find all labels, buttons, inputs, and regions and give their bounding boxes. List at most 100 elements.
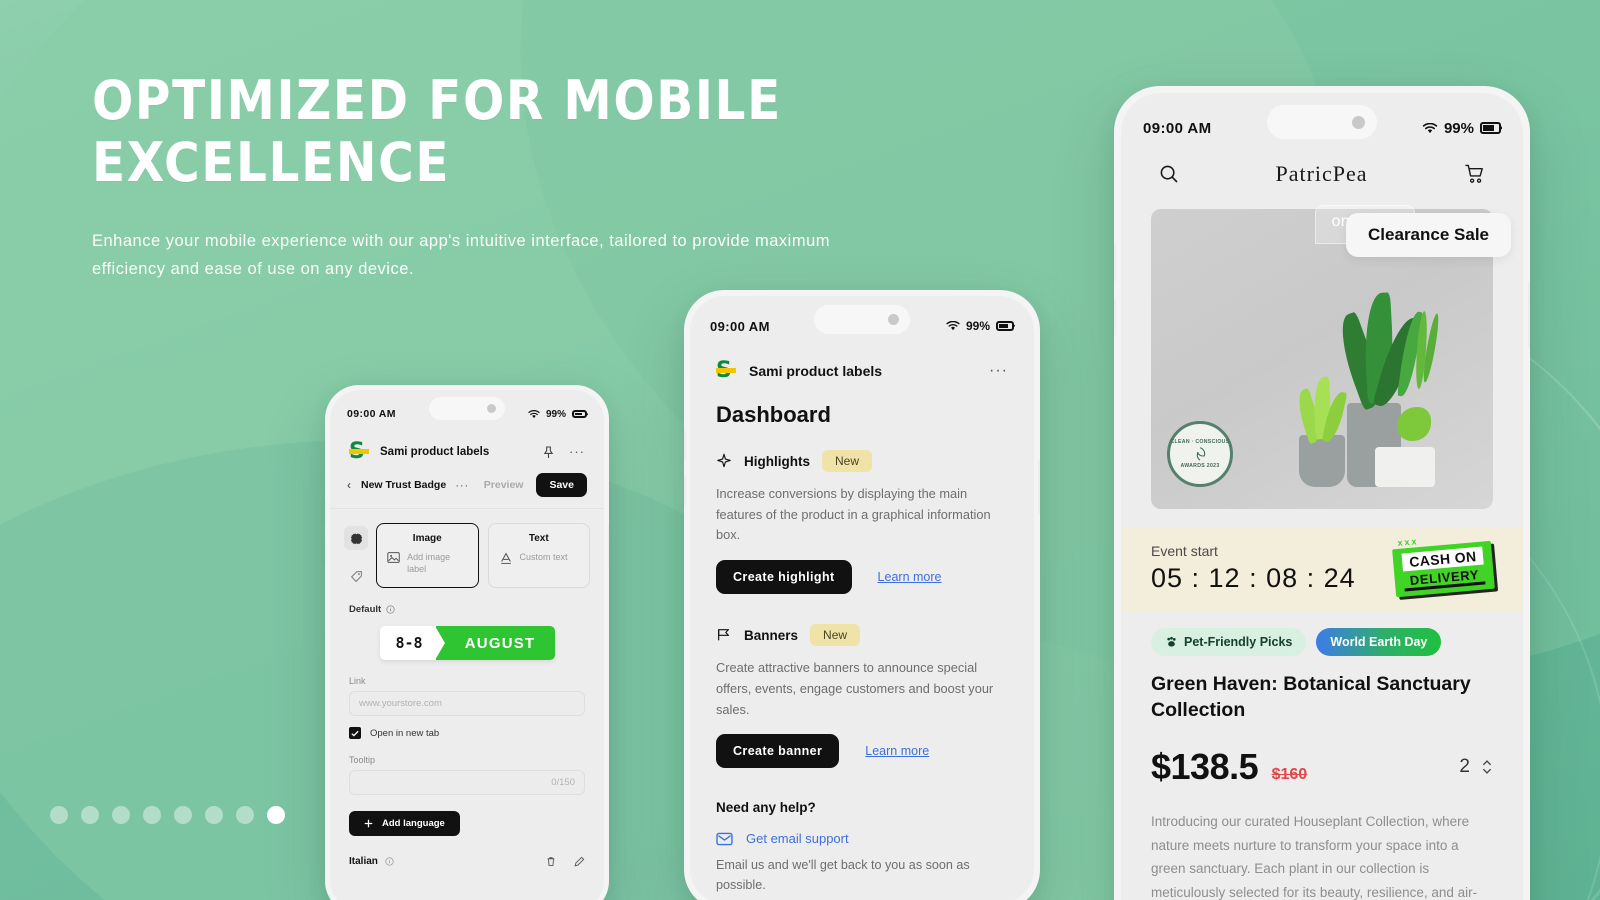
create-highlight-button[interactable]: Create highlight [716, 560, 852, 595]
learn-more-link[interactable]: Learn more [878, 570, 942, 584]
product-price: $138.5 [1151, 745, 1259, 787]
pagination-dot[interactable] [174, 806, 192, 824]
create-banner-button[interactable]: Create banner [716, 734, 840, 769]
learn-more-link[interactable]: Learn more [865, 744, 929, 758]
plant-pot-small [1299, 435, 1345, 487]
open-new-tab-checkbox[interactable] [349, 727, 361, 739]
tag-world-earth-day[interactable]: World Earth Day [1316, 628, 1442, 656]
pagination-dot[interactable] [236, 806, 254, 824]
price-row: $138.5 $160 2 [1151, 746, 1493, 788]
default-label: Default [349, 604, 382, 615]
card-image[interactable]: Image Add image label [376, 523, 479, 588]
card-text[interactable]: Text Custom text [487, 523, 590, 588]
quantity-stepper[interactable]: 2 [1459, 756, 1493, 778]
settings-gear-icon[interactable] [344, 526, 368, 550]
leaf-emblem-icon [1196, 447, 1206, 461]
more-options-icon[interactable]: ··· [569, 445, 585, 458]
status-indicators: 99% [528, 409, 587, 420]
open-new-tab-row[interactable]: Open in new tab [349, 727, 585, 739]
carousel-pagination[interactable] [50, 806, 285, 824]
plant-pot-white [1375, 447, 1435, 487]
volume-down-button[interactable] [325, 537, 326, 563]
status-time: 09:00 AM [710, 318, 770, 334]
volume-up-button[interactable] [325, 500, 326, 526]
status-bar: 09:00 AM 99% [1121, 105, 1523, 149]
info-icon[interactable] [385, 857, 394, 866]
pagination-dot[interactable] [267, 806, 285, 824]
status-indicators: 99% [946, 319, 1014, 333]
wifi-icon [946, 321, 960, 331]
pagination-dot[interactable] [143, 806, 161, 824]
badge-preview-date: 8-8 [379, 626, 445, 660]
volume-up-button[interactable] [1114, 244, 1116, 282]
product-title: Green Haven: Botanical Sanctuary Collect… [1151, 673, 1471, 721]
link-field-label: Link [349, 676, 366, 686]
tooltip-input[interactable]: 0/150 [349, 770, 585, 795]
power-button[interactable] [608, 525, 609, 569]
chevron-left-icon[interactable]: ‹ [347, 478, 351, 492]
badge-preview: 8-8 AUGUST [379, 626, 555, 660]
preview-button[interactable]: Preview [471, 479, 537, 491]
award-badge: CLEAN · CONSCIOUS AWARDS 2023 [1167, 421, 1233, 487]
pagination-dot[interactable] [50, 806, 68, 824]
banner-flag-icon [718, 629, 730, 641]
pagination-dot[interactable] [112, 806, 130, 824]
breadcrumb-more-icon[interactable]: ··· [455, 478, 469, 492]
hero-section: OPTIMIZED FOR MOBILE EXCELLENCE Enhance … [92, 70, 872, 284]
phone-mockup-store: 09:00 AM 99% PatricPea CLEAN · CONSCIOUS… [1114, 86, 1530, 900]
status-badge: New [810, 624, 861, 647]
pencil-icon[interactable] [574, 856, 585, 867]
status-time: 09:00 AM [1143, 119, 1212, 137]
sparkle-icon [717, 453, 731, 468]
dynamic-island [429, 397, 505, 420]
section-name: Highlights [744, 453, 810, 469]
save-button[interactable]: Save [536, 473, 587, 497]
info-icon[interactable] [386, 605, 395, 614]
hero-subtext: Enhance your mobile experience with our … [92, 232, 831, 279]
volume-down-button[interactable] [1114, 298, 1116, 336]
leaf-shape [1397, 407, 1431, 441]
tag-pet-friendly[interactable]: Pet-Friendly Picks [1151, 628, 1307, 656]
quantity-value: 2 [1459, 755, 1470, 777]
tag-icon[interactable] [344, 564, 368, 588]
cash-on-delivery-badge: xxx CASH ON DELIVERY [1391, 536, 1495, 597]
card-text-title: Text [528, 533, 549, 544]
shopping-cart-icon[interactable] [1464, 164, 1485, 184]
card-text-desc: Custom text [519, 552, 568, 562]
app-name-label: Sami product labels [749, 363, 883, 379]
page-title: Dashboard [716, 402, 831, 427]
battery-icon [996, 321, 1014, 331]
battery-icon [572, 410, 587, 418]
pin-icon[interactable] [543, 445, 554, 459]
wifi-icon [1422, 122, 1438, 133]
section-highlights: Highlights New Increase conversions by d… [690, 450, 1034, 595]
power-button[interactable] [1528, 282, 1530, 348]
front-camera-icon [888, 314, 899, 325]
add-language-button[interactable]: Add language [349, 811, 460, 836]
link-input[interactable]: www.yourstore.com [349, 691, 585, 716]
trash-icon[interactable] [546, 856, 556, 867]
badge-preview-month: AUGUST [435, 626, 555, 660]
chevron-up-down-icon[interactable] [1481, 758, 1493, 776]
section-description: Create attractive banners to announce sp… [716, 660, 994, 717]
app-name-label: Sami product labels [380, 446, 490, 458]
wifi-icon [528, 409, 540, 418]
pagination-dot[interactable] [81, 806, 99, 824]
cod-cash-label: CASH [1408, 549, 1451, 570]
volume-down-button[interactable] [684, 474, 686, 506]
open-new-tab-label: Open in new tab [370, 727, 440, 739]
power-button[interactable] [1038, 460, 1040, 514]
status-bar: 09:00 AM 99% [330, 397, 604, 429]
help-email-link[interactable]: Get email support [746, 831, 849, 846]
section-help: Need any help? Get email support Email u… [690, 800, 1034, 900]
pagination-dot[interactable] [205, 806, 223, 824]
volume-up-button[interactable] [684, 430, 686, 462]
label-type-cards: Image Add image label Text Custom text [376, 523, 590, 588]
search-icon[interactable] [1159, 164, 1179, 184]
tag-world-earth-day-label: World Earth Day [1330, 635, 1428, 649]
more-options-icon[interactable]: ··· [989, 363, 1008, 379]
store-navbar: PatricPea [1121, 149, 1523, 187]
text-a-icon [500, 552, 511, 564]
phone-mid-screen: 09:00 AM 99% S Sami product labels ··· D… [690, 296, 1034, 900]
help-email-row[interactable]: Get email support [716, 831, 1008, 846]
